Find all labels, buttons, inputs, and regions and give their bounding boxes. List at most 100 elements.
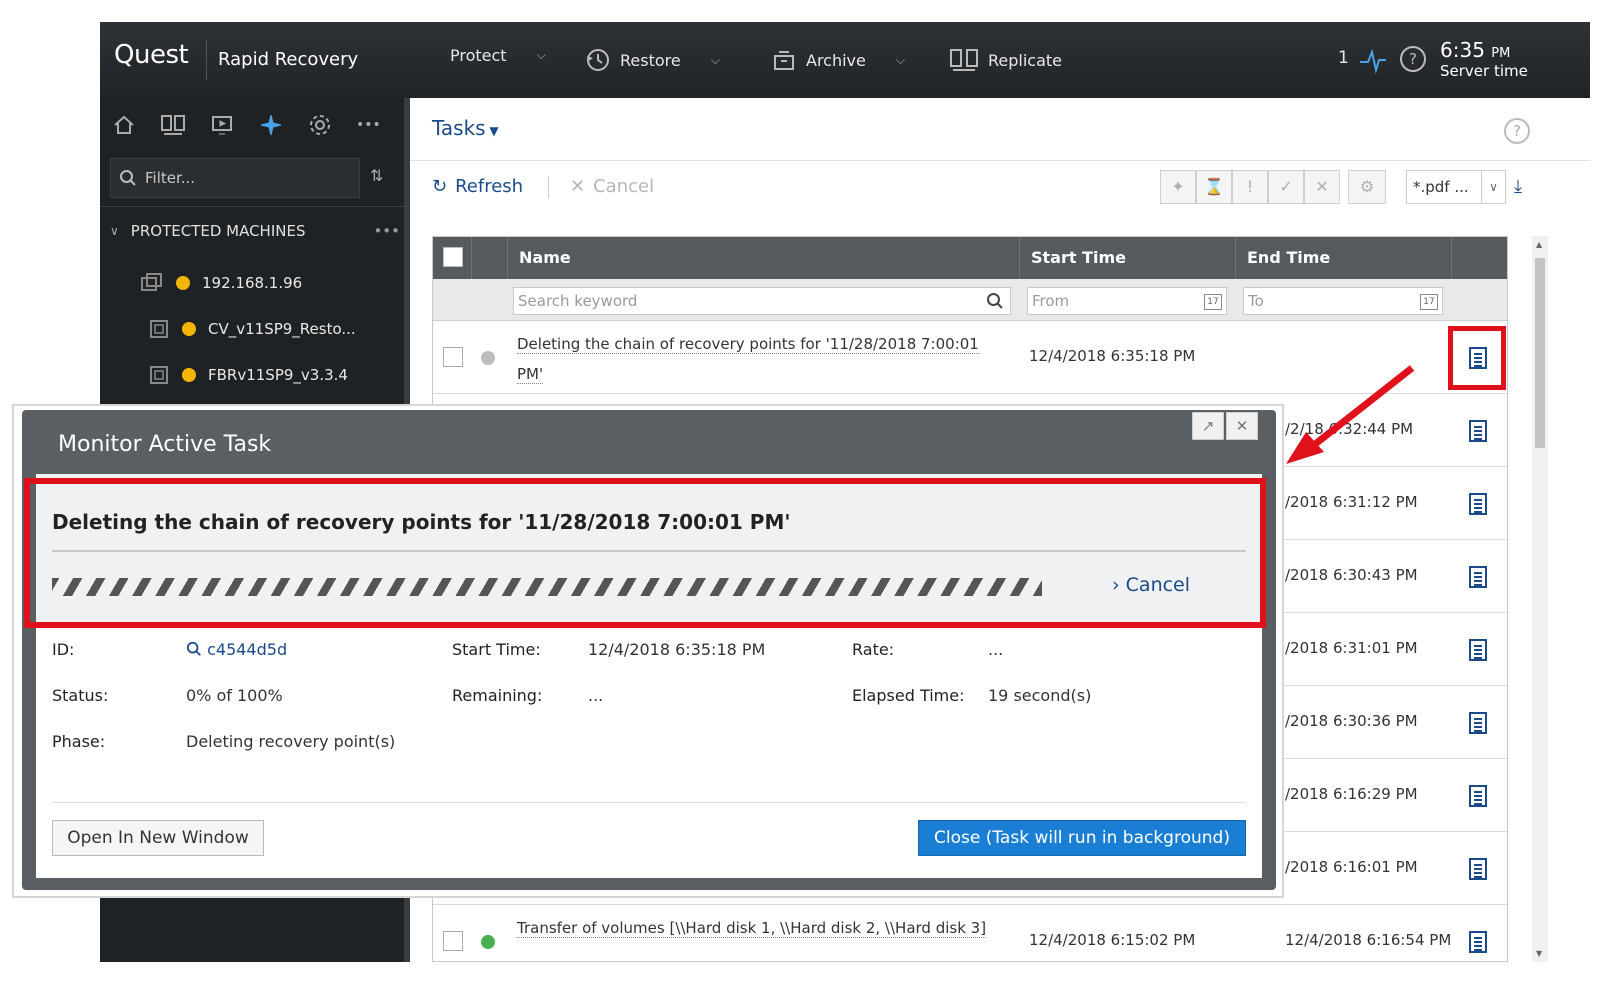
start-date-from-input[interactable]: From 17 (1027, 287, 1227, 315)
quest-logo[interactable]: Quest (114, 40, 189, 70)
task-log-icon[interactable] (1469, 493, 1487, 515)
sidebar-machine-item[interactable]: 192.168.1.96 (140, 268, 400, 298)
help-icon[interactable]: ? (1400, 46, 1426, 72)
header-divider (507, 237, 508, 279)
scroll-down-icon[interactable]: ▼ (1536, 949, 1542, 958)
select-all-checkbox[interactable] (443, 247, 463, 267)
task-log-icon[interactable] (1469, 858, 1487, 880)
calendar-icon[interactable]: 17 (1420, 294, 1438, 310)
download-icon[interactable]: ⤓ (1514, 176, 1522, 197)
status-filter-group: ✦ ⌛ ! ✓ ✕ (1160, 170, 1340, 204)
remaining-label: Remaining: (452, 686, 543, 705)
column-header-name[interactable]: Name (519, 248, 571, 267)
task-log-icon[interactable] (1469, 712, 1487, 734)
annotation-highlight-progress (24, 478, 1266, 628)
scroll-thumb[interactable] (1535, 258, 1545, 448)
keyword-search-input[interactable]: Search keyword (513, 287, 1011, 315)
close-icon: ✕ (570, 176, 586, 197)
event-count[interactable]: 1 (1338, 48, 1349, 68)
more-icon[interactable]: ••• (356, 117, 381, 133)
section-more-icon[interactable]: ••• (373, 222, 400, 240)
search-icon (987, 293, 1003, 309)
warning-status-dot (176, 276, 190, 290)
filter-active-icon[interactable]: ✦ (1160, 170, 1196, 204)
nav-protect[interactable]: Protect ⌵ (450, 46, 546, 65)
chevron-down-icon[interactable]: ∨ (110, 224, 119, 238)
export-format-select[interactable]: *.pdf ... ∨ (1406, 170, 1506, 204)
nav-archive[interactable]: Archive ⌵ (770, 46, 905, 74)
chevron-down-icon[interactable]: ⌵ (537, 48, 546, 63)
row-checkbox[interactable] (443, 931, 463, 951)
scroll-up-icon[interactable]: ▲ (1536, 240, 1542, 249)
task-name[interactable]: Transfer of volumes [\\Hard disk 1, \\Ha… (517, 913, 1007, 943)
task-name-text: Deleting the chain of recovery points fo… (517, 335, 979, 384)
task-log-icon[interactable] (1469, 785, 1487, 807)
keyword-placeholder: Search keyword (518, 292, 638, 310)
rate-value: ... (988, 640, 1004, 659)
open-in-new-window-button[interactable]: Open In New Window (52, 820, 264, 856)
tasks-dropdown[interactable]: Tasks ▼ (432, 116, 499, 140)
column-header-start-time[interactable]: Start Time (1031, 248, 1126, 267)
replicate-icon (950, 49, 978, 71)
home-icon[interactable] (112, 113, 136, 137)
close-run-in-background-button[interactable]: Close (Task will run in background) (918, 820, 1246, 856)
warning-status-dot (182, 322, 196, 336)
task-start-time: 12/4/2018 6:35:18 PM (1029, 347, 1196, 365)
machine-icon (150, 320, 168, 338)
annotation-highlight-log-icon (1448, 326, 1506, 390)
activity-pulse-icon[interactable] (1358, 46, 1388, 74)
end-date-to-input[interactable]: To 17 (1243, 287, 1443, 315)
virtual-standby-icon[interactable] (210, 113, 234, 137)
table-row[interactable]: Transfer of volumes [\\Hard disk 1, \\Ha… (433, 905, 1507, 961)
calendar-icon[interactable]: 17 (1204, 294, 1222, 310)
elapsed-time-label: Elapsed Time: (852, 686, 965, 705)
task-end-time: /2018 6:16:01 PM (1285, 858, 1418, 876)
task-end-time: /2018 6:30:36 PM (1285, 712, 1418, 730)
task-log-icon[interactable] (1469, 931, 1487, 953)
help-icon[interactable]: ? (1504, 118, 1530, 144)
history-icon (587, 49, 609, 71)
task-name-text: Transfer of volumes [\\Hard disk 1, \\Ha… (517, 919, 987, 938)
column-header-end-time[interactable]: End Time (1247, 248, 1330, 267)
filter-queued-icon[interactable]: ⌛ (1196, 170, 1232, 204)
replication-icon[interactable] (160, 113, 186, 137)
refresh-button[interactable]: ↻ Refresh (432, 176, 523, 197)
task-log-icon[interactable] (1469, 566, 1487, 588)
cancel-task-button[interactable]: ✕ Cancel (570, 176, 654, 197)
success-status-icon (481, 935, 495, 949)
chevron-down-icon[interactable]: ⌵ (896, 53, 905, 68)
header-divider (1451, 237, 1452, 279)
sidebar-machine-item[interactable]: CV_v11SP9_Resto... (148, 314, 408, 344)
task-id-link[interactable]: c4544d5d (186, 640, 287, 659)
page-title: Tasks (432, 116, 486, 140)
nav-restore[interactable]: Restore ⌵ (584, 46, 720, 74)
task-name[interactable]: Deleting the chain of recovery points fo… (517, 329, 1007, 389)
nav-restore-label: Restore (620, 50, 681, 70)
pop-out-icon[interactable]: ↗ (1192, 412, 1224, 440)
filter-input[interactable]: Filter... (110, 158, 360, 198)
task-log-icon[interactable] (1469, 639, 1487, 661)
filter-success-icon[interactable]: ✓ (1268, 170, 1304, 204)
task-log-icon[interactable] (1469, 420, 1487, 442)
filter-warning-icon[interactable]: ! (1232, 170, 1268, 204)
nav-replicate[interactable]: Replicate (948, 46, 1062, 74)
sidebar-icon-bar: ••• (100, 98, 404, 152)
collapse-icon[interactable]: ⇅ (370, 166, 383, 185)
id-label: ID: (52, 640, 75, 659)
sidebar-machine-item[interactable]: FBRv11SP9_v3.3.4 (148, 360, 408, 390)
refresh-icon: ↻ (432, 176, 448, 197)
caret-down-icon: ▼ (485, 124, 499, 138)
protected-machines-header[interactable]: ∨ PROTECTED MACHINES ••• (110, 222, 400, 240)
row-checkbox[interactable] (443, 347, 463, 367)
chevron-down-icon[interactable]: ⌵ (711, 53, 720, 68)
settings-gear-icon[interactable] (308, 113, 332, 137)
table-scrollbar[interactable]: ▲ ▼ (1532, 236, 1548, 962)
filter-failed-icon[interactable]: ✕ (1304, 170, 1340, 204)
server-time-ampm: PM (1491, 46, 1511, 61)
close-icon[interactable]: ✕ (1226, 412, 1258, 440)
running-status-icon (481, 351, 495, 365)
task-end-time: /2018 6:31:12 PM (1285, 493, 1418, 511)
chevron-down-icon[interactable]: ∨ (1481, 171, 1505, 203)
events-icon[interactable] (258, 113, 284, 137)
settings-gear-icon[interactable]: ⚙ (1348, 170, 1386, 204)
